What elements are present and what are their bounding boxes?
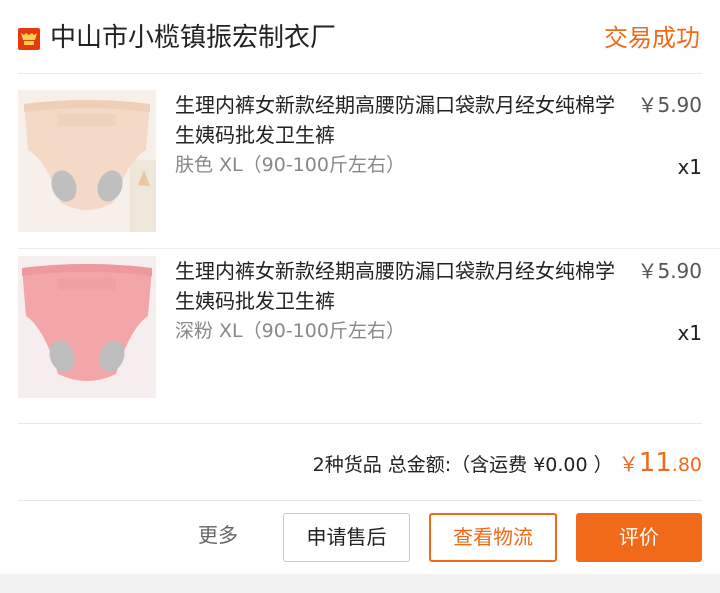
total-amount: ￥11.80 — [618, 448, 702, 478]
total-label: 2种货品 总金额:（含运费 ¥0.00 ） — [312, 454, 613, 476]
divider — [18, 248, 720, 249]
amount-decimal: .80 — [671, 454, 702, 476]
divider — [18, 73, 702, 74]
item-quantity: x1 — [677, 155, 702, 179]
item-title[interactable]: 生理内裤女新款经期高腰防漏口袋款月经女纯棉学生姨码批发卫生裤 — [175, 90, 620, 150]
more-button[interactable]: 更多 — [198, 520, 238, 550]
currency-symbol: ￥ — [618, 452, 639, 476]
review-button[interactable]: 评价 — [576, 513, 702, 562]
view-logistics-button[interactable]: 查看物流 — [429, 513, 557, 562]
order-item[interactable]: 生理内裤女新款经期高腰防漏口袋款月经女纯棉学生姨码批发卫生裤 肤色 XL（90-… — [0, 86, 720, 246]
order-item[interactable]: 生理内裤女新款经期高腰防漏口袋款月经女纯棉学生姨码批发卫生裤 深粉 XL（90-… — [0, 252, 720, 412]
store-name[interactable]: 中山市小榄镇振宏制衣厂 — [50, 19, 336, 57]
item-price: ￥5.90 — [637, 93, 702, 117]
order-total: 2种货品 总金额:（含运费 ¥0.00 ） ￥11.80 — [313, 446, 702, 482]
item-variant: 深粉 XL（90-100斤左右） — [175, 320, 405, 342]
store-header[interactable]: 中山市小榄镇振宏制衣厂 交易成功 — [0, 0, 720, 74]
product-thumbnail[interactable] — [18, 90, 156, 232]
divider — [18, 500, 702, 501]
item-variant: 肤色 XL（90-100斤左右） — [175, 154, 405, 176]
amount-integer: 11 — [638, 448, 672, 478]
item-title[interactable]: 生理内裤女新款经期高腰防漏口袋款月经女纯棉学生姨码批发卫生裤 — [175, 256, 620, 316]
store-icon — [18, 28, 40, 50]
divider — [18, 423, 702, 424]
after-sale-button[interactable]: 申请售后 — [283, 513, 410, 562]
item-price: ￥5.90 — [637, 259, 702, 283]
order-card: 中山市小榄镇振宏制衣厂 交易成功 生理内裤女新款经期高腰防漏口袋款月经女纯棉学生… — [0, 0, 720, 574]
order-status: 交易成功 — [604, 24, 700, 52]
item-quantity: x1 — [677, 321, 702, 345]
product-thumbnail[interactable] — [18, 256, 156, 398]
